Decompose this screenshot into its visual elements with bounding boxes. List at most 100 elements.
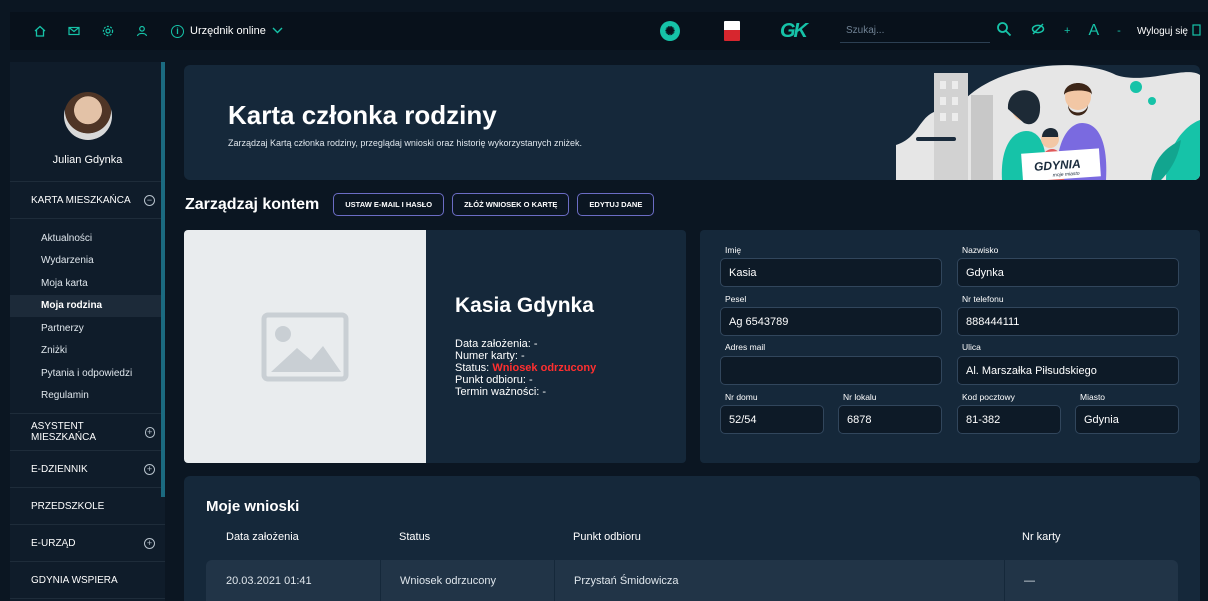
page-subtitle: Zarządzaj Kartą członka rodziny, przeglą… [228, 138, 582, 148]
sidebar-section-eurzad[interactable]: E-URZĄD + [10, 525, 165, 562]
sidebar-section-label: E-DZIENNIK [31, 463, 88, 475]
chevron-down-icon [272, 25, 283, 37]
sidebar: Julian Gdynka KARTA MIESZKAŃCA − Aktualn… [10, 62, 165, 601]
cell-divider [380, 560, 381, 601]
search-input[interactable] [840, 19, 990, 43]
gk-logo-icon[interactable]: GK [780, 20, 808, 43]
sidebar-item-moja-rodzina[interactable]: Moja rodzina [10, 294, 165, 317]
sidebar-scrollbar[interactable] [161, 62, 165, 497]
table-row[interactable]: 20.03.2021 01:41 Wniosek odrzucony Przys… [206, 560, 1178, 601]
sidebar-section-gdynia-wspiera[interactable]: GDYNIA WSPIERA [10, 562, 165, 599]
column-header-pickup: Punkt odbioru [573, 531, 641, 543]
cell-date: 20.03.2021 01:41 [226, 574, 312, 587]
last-name-label: Nazwisko [962, 245, 999, 255]
logout-button[interactable]: Wyloguj się [1137, 12, 1202, 50]
manage-account-title: Zarządzaj kontem [185, 195, 320, 213]
urzednik-online-dropdown[interactable]: i Urzędnik online [171, 24, 283, 38]
font-increase-button[interactable]: + [1064, 25, 1070, 37]
top-bar: i Urzędnik online ✺ GK + A - Wyloguj się [10, 12, 1208, 50]
member-name: Kasia Gdynka [455, 294, 594, 317]
expand-icon[interactable]: + [144, 426, 155, 438]
detail-label: Status: [455, 362, 490, 374]
sidebar-item-pytania[interactable]: Pytania i odpowiedzi [10, 362, 165, 385]
home-icon[interactable] [23, 12, 57, 50]
sidebar-section-label: PRZEDSZKOLE [31, 500, 105, 512]
detail-value: - [529, 374, 533, 386]
detail-expiry: Termin ważności: - [455, 386, 596, 398]
postal-code-field[interactable] [957, 405, 1061, 434]
detail-value: - [542, 386, 547, 398]
cell-divider [554, 560, 555, 601]
sidebar-section-karta-mieszkanca[interactable]: KARTA MIESZKAŃCA − [10, 182, 165, 219]
hide-icon[interactable] [1030, 21, 1046, 42]
accessibility-tools: + A - [996, 12, 1139, 50]
sidebar-submenu: Aktualności Wydarzenia Moja karta Moja r… [10, 219, 165, 414]
photo-placeholder [184, 230, 426, 463]
image-placeholder-icon [261, 312, 349, 381]
applications-title: Moje wnioski [206, 498, 300, 515]
detail-value: - [533, 338, 538, 350]
detail-pickup: Punkt odbioru: - [455, 374, 596, 386]
globe-logo-icon[interactable]: ✺ [660, 21, 680, 41]
house-number-field[interactable] [720, 405, 824, 434]
sidebar-section-edziennik[interactable]: E-DZIENNIK + [10, 451, 165, 488]
hero-banner: Karta członka rodziny Zarządzaj Kartą cz… [184, 65, 1200, 180]
cell-status: Wniosek odrzucony [400, 574, 496, 587]
street-field[interactable] [957, 356, 1179, 385]
sidebar-section-label: KARTA MIESZKAŃCA [31, 194, 131, 206]
column-header-card-number: Nr karty [1022, 531, 1061, 543]
detail-label: Numer karty: [455, 350, 518, 362]
email-field[interactable] [720, 356, 942, 385]
last-name-field[interactable] [957, 258, 1179, 287]
font-size-label: A [1088, 22, 1100, 39]
set-email-password-button[interactable]: USTAW E-MAIL I HASŁO [333, 193, 445, 216]
logout-label: Wyloguj się [1136, 25, 1188, 37]
column-header-status: Status [399, 531, 431, 543]
gear-icon[interactable] [91, 12, 125, 50]
expand-icon[interactable]: + [144, 463, 155, 475]
urzednik-online-label: Urzędnik online [190, 25, 266, 37]
cell-pickup: Przystań Śmidowicza [574, 574, 679, 587]
search-icon[interactable] [996, 21, 1012, 42]
sidebar-section-przedszkole[interactable]: PRZEDSZKOLE [10, 488, 165, 525]
apartment-number-label: Nr lokalu [843, 392, 877, 402]
family-illustration: GDYNIA moje miasto [896, 65, 1200, 180]
sidebar-section-asystent[interactable]: ASYSTENT MIESZKAŃCA + [10, 414, 165, 451]
submit-card-application-button[interactable]: ZŁÓŻ WNIOSEK O KARTĘ [452, 193, 570, 216]
logout-icon [1192, 23, 1202, 39]
manage-account-bar: Zarządzaj kontem USTAW E-MAIL I HASŁO ZŁ… [185, 193, 662, 216]
sidebar-section-label: E-URZĄD [31, 537, 76, 549]
edit-data-button[interactable]: EDYTUJ DANE [577, 193, 655, 216]
expand-icon[interactable]: + [144, 537, 155, 549]
user-icon[interactable] [125, 12, 159, 50]
detail-status: Status: Wniosek odrzucony [455, 362, 596, 374]
street-label: Ulica [962, 342, 981, 352]
phone-label: Nr telefonu [962, 294, 1004, 304]
city-field[interactable] [1075, 405, 1179, 434]
detail-number: Numer karty: - [455, 350, 596, 362]
member-card-details: Data założenia: - Numer karty: - Status:… [455, 338, 596, 398]
mail-icon[interactable] [57, 12, 91, 50]
first-name-field[interactable] [720, 258, 942, 287]
sidebar-section-label: GDYNIA WSPIERA [31, 574, 118, 586]
email-label: Adres mail [725, 342, 766, 352]
flag-logo-icon[interactable] [724, 21, 740, 41]
phone-field[interactable] [957, 307, 1179, 336]
apartment-number-field[interactable] [838, 405, 942, 434]
cell-card-number: — [1024, 574, 1035, 587]
top-nav-icons [10, 12, 159, 50]
pesel-field[interactable] [720, 307, 942, 336]
sidebar-item-regulamin[interactable]: Regulamin [10, 385, 165, 408]
sidebar-item-partnerzy[interactable]: Partnerzy [10, 317, 165, 340]
sidebar-section-label: ASYSTENT MIESZKAŃCA [31, 421, 97, 443]
sidebar-item-moja-karta[interactable]: Moja karta [10, 272, 165, 295]
info-icon: i [171, 24, 184, 38]
sidebar-item-wydarzenia[interactable]: Wydarzenia [10, 250, 165, 273]
sidebar-item-znizki[interactable]: Zniżki [10, 340, 165, 363]
font-decrease-button[interactable]: - [1117, 25, 1121, 37]
column-header-date: Data założenia [226, 531, 299, 543]
sidebar-item-aktualnosci[interactable]: Aktualności [10, 227, 165, 250]
page-title: Karta członka rodziny [228, 100, 497, 130]
avatar [63, 92, 112, 140]
collapse-icon[interactable]: − [144, 194, 155, 206]
